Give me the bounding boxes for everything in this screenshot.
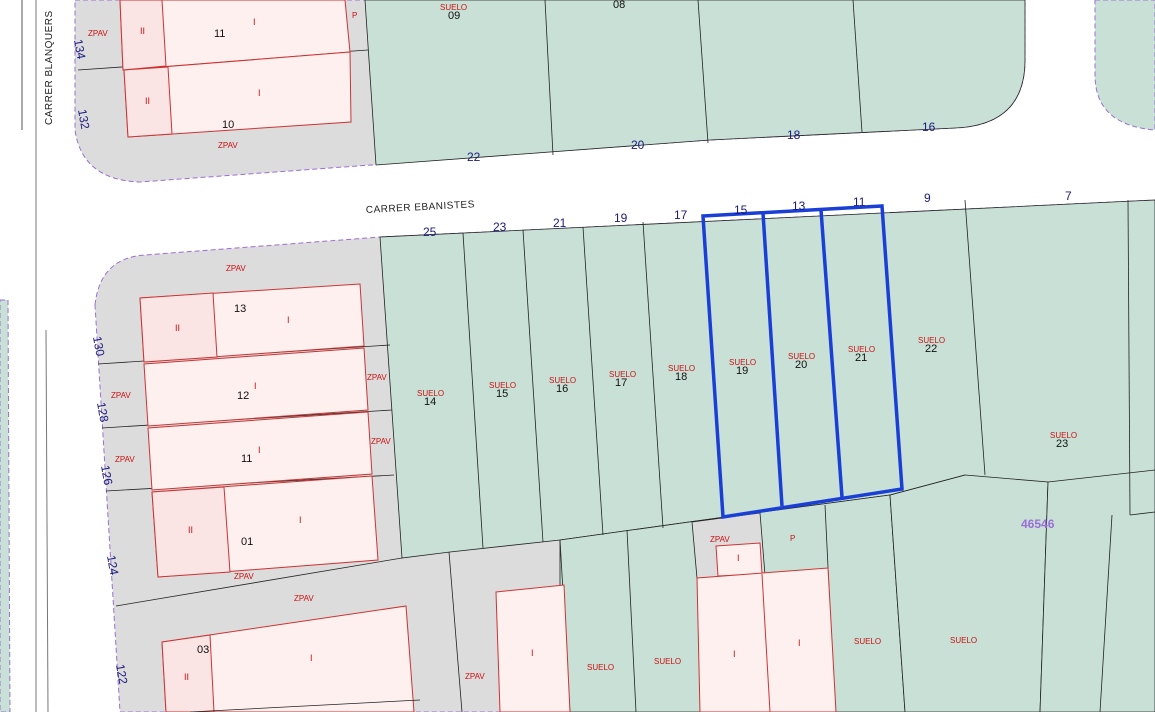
zone-label: ZPAV bbox=[367, 373, 387, 382]
parcel-number: 17 bbox=[615, 377, 627, 389]
zone-label: ZPAV bbox=[115, 455, 135, 464]
street-number: 22 bbox=[467, 150, 481, 164]
floor-label: I bbox=[531, 648, 534, 658]
parcel-number: 23 bbox=[1056, 438, 1068, 450]
zone-label: ZPAV bbox=[294, 594, 314, 603]
parcel-number: 16 bbox=[556, 383, 568, 395]
street-number: 15 bbox=[734, 203, 748, 217]
street-number: 25 bbox=[423, 225, 437, 239]
zone-label: SUELO bbox=[654, 657, 681, 666]
street-number: 7 bbox=[1065, 189, 1072, 203]
street-number: 134 bbox=[71, 38, 88, 60]
street-label-blanquers: CARRER BLANQUERS bbox=[44, 10, 55, 125]
floor-label: I bbox=[310, 653, 313, 663]
street-number: 17 bbox=[674, 208, 688, 222]
zone-label: ZPAV bbox=[710, 535, 730, 544]
floor-label: I bbox=[253, 17, 256, 27]
floor-label: II bbox=[140, 26, 145, 36]
parcel-number: 10 bbox=[222, 119, 234, 131]
street-number: 16 bbox=[922, 120, 936, 134]
parcel-number: 19 bbox=[736, 365, 748, 377]
floor-label: II bbox=[184, 672, 189, 682]
street-number: 19 bbox=[614, 211, 628, 225]
zone-label: ZPAV bbox=[226, 264, 246, 273]
west-edge-block bbox=[0, 299, 11, 712]
parcel-number: 11 bbox=[214, 28, 225, 40]
parcel-number: 20 bbox=[795, 359, 807, 371]
street-label-ebanistes: CARRER EBANISTES bbox=[366, 199, 476, 216]
parcel-number: 11 bbox=[241, 453, 252, 465]
zone-label: SUELO bbox=[950, 636, 977, 645]
zone-label: ZPAV bbox=[218, 141, 238, 150]
zone-label: ZPAV bbox=[371, 437, 391, 446]
street-number: 130 bbox=[90, 335, 107, 357]
zone-label: P bbox=[352, 11, 357, 20]
north-east-block bbox=[1094, 0, 1155, 131]
street-number: 128 bbox=[94, 401, 111, 423]
street-number: 20 bbox=[631, 138, 645, 152]
floor-label: II bbox=[188, 525, 193, 535]
zone-label: SUELO bbox=[587, 663, 614, 672]
parcel-number: 18 bbox=[675, 371, 687, 383]
street-number: 9 bbox=[924, 191, 931, 205]
parcel-number: 03 bbox=[197, 644, 209, 656]
street-number: 11 bbox=[853, 195, 866, 209]
floor-label: I bbox=[258, 88, 261, 98]
floor-label: II bbox=[175, 323, 180, 333]
street-number: 18 bbox=[787, 128, 801, 142]
street-number: 23 bbox=[493, 220, 507, 234]
east-plot bbox=[889, 474, 1049, 712]
zone-label: P bbox=[790, 534, 795, 543]
parcel-number: 13 bbox=[234, 303, 246, 315]
cadastral-reference: 46546 bbox=[1021, 517, 1055, 531]
zone-label: ZPAV bbox=[465, 672, 485, 681]
parcel-number: 01 bbox=[241, 536, 253, 548]
parcel-number: 22 bbox=[925, 343, 937, 355]
east-plot-2 bbox=[1039, 469, 1155, 712]
zone-label: ZPAV bbox=[234, 572, 254, 581]
parcel-number: 08 bbox=[613, 0, 625, 11]
parcel-number: 14 bbox=[424, 396, 436, 408]
cadastral-map[interactable]: CARRER EBANISTES CARRER BLANQUERS 22 20 … bbox=[0, 0, 1155, 712]
floor-label: I bbox=[733, 649, 736, 659]
floor-label: II bbox=[145, 96, 150, 106]
floor-label: I bbox=[287, 315, 290, 325]
north-block-plots bbox=[364, 0, 1026, 166]
floor-label: I bbox=[737, 553, 740, 563]
zone-label: ZPAV bbox=[111, 391, 131, 400]
floor-label: I bbox=[254, 381, 257, 391]
floor-label: I bbox=[258, 445, 261, 455]
street-number: 13 bbox=[792, 199, 806, 213]
parcel-number: 12 bbox=[237, 390, 249, 402]
floor-label: I bbox=[798, 638, 801, 648]
street-number: 21 bbox=[553, 216, 567, 230]
zone-label: SUELO bbox=[854, 637, 881, 646]
parcel-number: 15 bbox=[496, 388, 508, 400]
parcel-number: 21 bbox=[855, 352, 867, 364]
street-number: 124 bbox=[104, 554, 121, 576]
blanquers-edge-2 bbox=[45, 329, 49, 712]
building-south-2 bbox=[696, 567, 837, 712]
street-number: 122 bbox=[113, 663, 130, 685]
street-number: 126 bbox=[98, 464, 115, 486]
floor-label: I bbox=[299, 515, 302, 525]
parcel-number: 09 bbox=[448, 10, 460, 22]
zone-label: ZPAV bbox=[88, 29, 108, 38]
